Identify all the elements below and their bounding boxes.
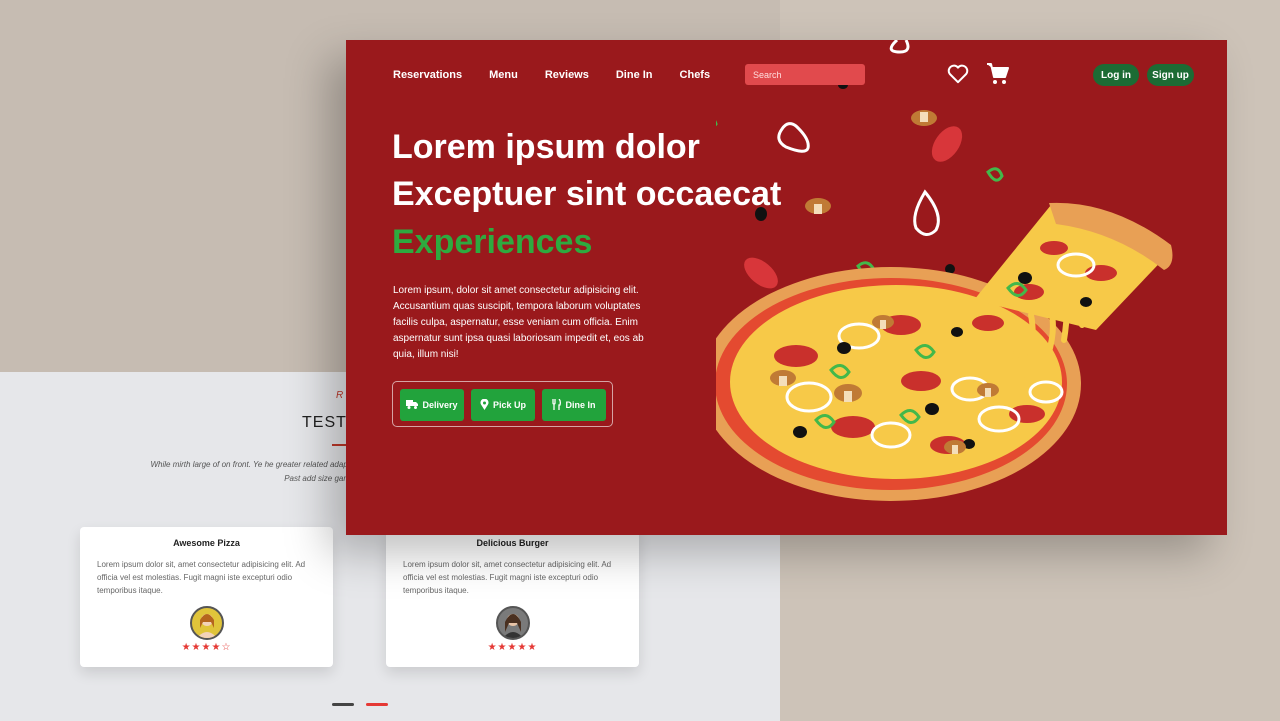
testimonial-card: Delicious Burger Lorem ipsum dolor sit, … — [386, 527, 639, 667]
nav-item-menu[interactable]: Menu — [489, 69, 518, 81]
dine-in-button[interactable]: Dine In — [542, 389, 606, 421]
pickup-label: Pick Up — [492, 400, 526, 410]
hero-heading-line2: Exceptuer sint occaecat — [392, 175, 782, 213]
avatar — [189, 606, 224, 640]
carousel-dot-active[interactable] — [366, 703, 389, 706]
nav-item-reviews[interactable]: Reviews — [545, 69, 589, 81]
avatar — [495, 606, 530, 640]
login-button[interactable]: Log in — [1093, 64, 1139, 86]
pizza-illustration — [716, 40, 1173, 501]
testimonials-subtitle: R — [336, 390, 344, 401]
pickup-button[interactable]: Pick Up — [471, 389, 535, 421]
hero-heading-line1: Lorem ipsum dolor — [392, 128, 700, 166]
card-title: Awesome Pizza — [173, 538, 240, 548]
order-options: Delivery Pick Up Dine In — [392, 381, 613, 427]
search-input[interactable] — [745, 64, 865, 85]
cart-icon[interactable] — [986, 62, 1010, 91]
card-title: Delicious Burger — [476, 538, 549, 548]
testimonial-card: Awesome Pizza Lorem ipsum dolor sit, ame… — [80, 527, 333, 667]
hero-paragraph: Lorem ipsum, dolor sit amet consectetur … — [393, 285, 644, 360]
carousel-dot[interactable] — [332, 703, 354, 706]
dine-in-label: Dine In — [565, 400, 596, 410]
hero-section: Reservations Menu Reviews Dine In Chefs … — [346, 40, 1227, 535]
heart-icon[interactable] — [947, 64, 969, 89]
card-text: Lorem ipsum dolor sit, amet consectetur … — [403, 560, 612, 595]
signup-button[interactable]: Sign up — [1147, 64, 1194, 86]
delivery-label: Delivery — [422, 400, 458, 410]
utensils-icon — [552, 398, 562, 412]
nav-item-chefs[interactable]: Chefs — [680, 69, 711, 81]
main-nav: Reservations Menu Reviews Dine In Chefs — [393, 69, 710, 81]
nav-item-dine-in[interactable]: Dine In — [616, 69, 653, 81]
delivery-button[interactable]: Delivery — [400, 389, 464, 421]
star-rating: ★★★★★ — [487, 642, 538, 653]
nav-item-reservations[interactable]: Reservations — [393, 69, 462, 81]
card-text: Lorem ipsum dolor sit, amet consectetur … — [97, 560, 306, 595]
hero-heading-line3: Experiences — [392, 223, 593, 261]
testimonials-description: While mirth large of on front. Ye he gre… — [150, 460, 350, 483]
carousel-dots — [332, 693, 396, 711]
star-rating: ★★★★☆ — [181, 642, 232, 653]
truck-icon — [406, 399, 419, 411]
map-pin-icon — [480, 398, 489, 412]
